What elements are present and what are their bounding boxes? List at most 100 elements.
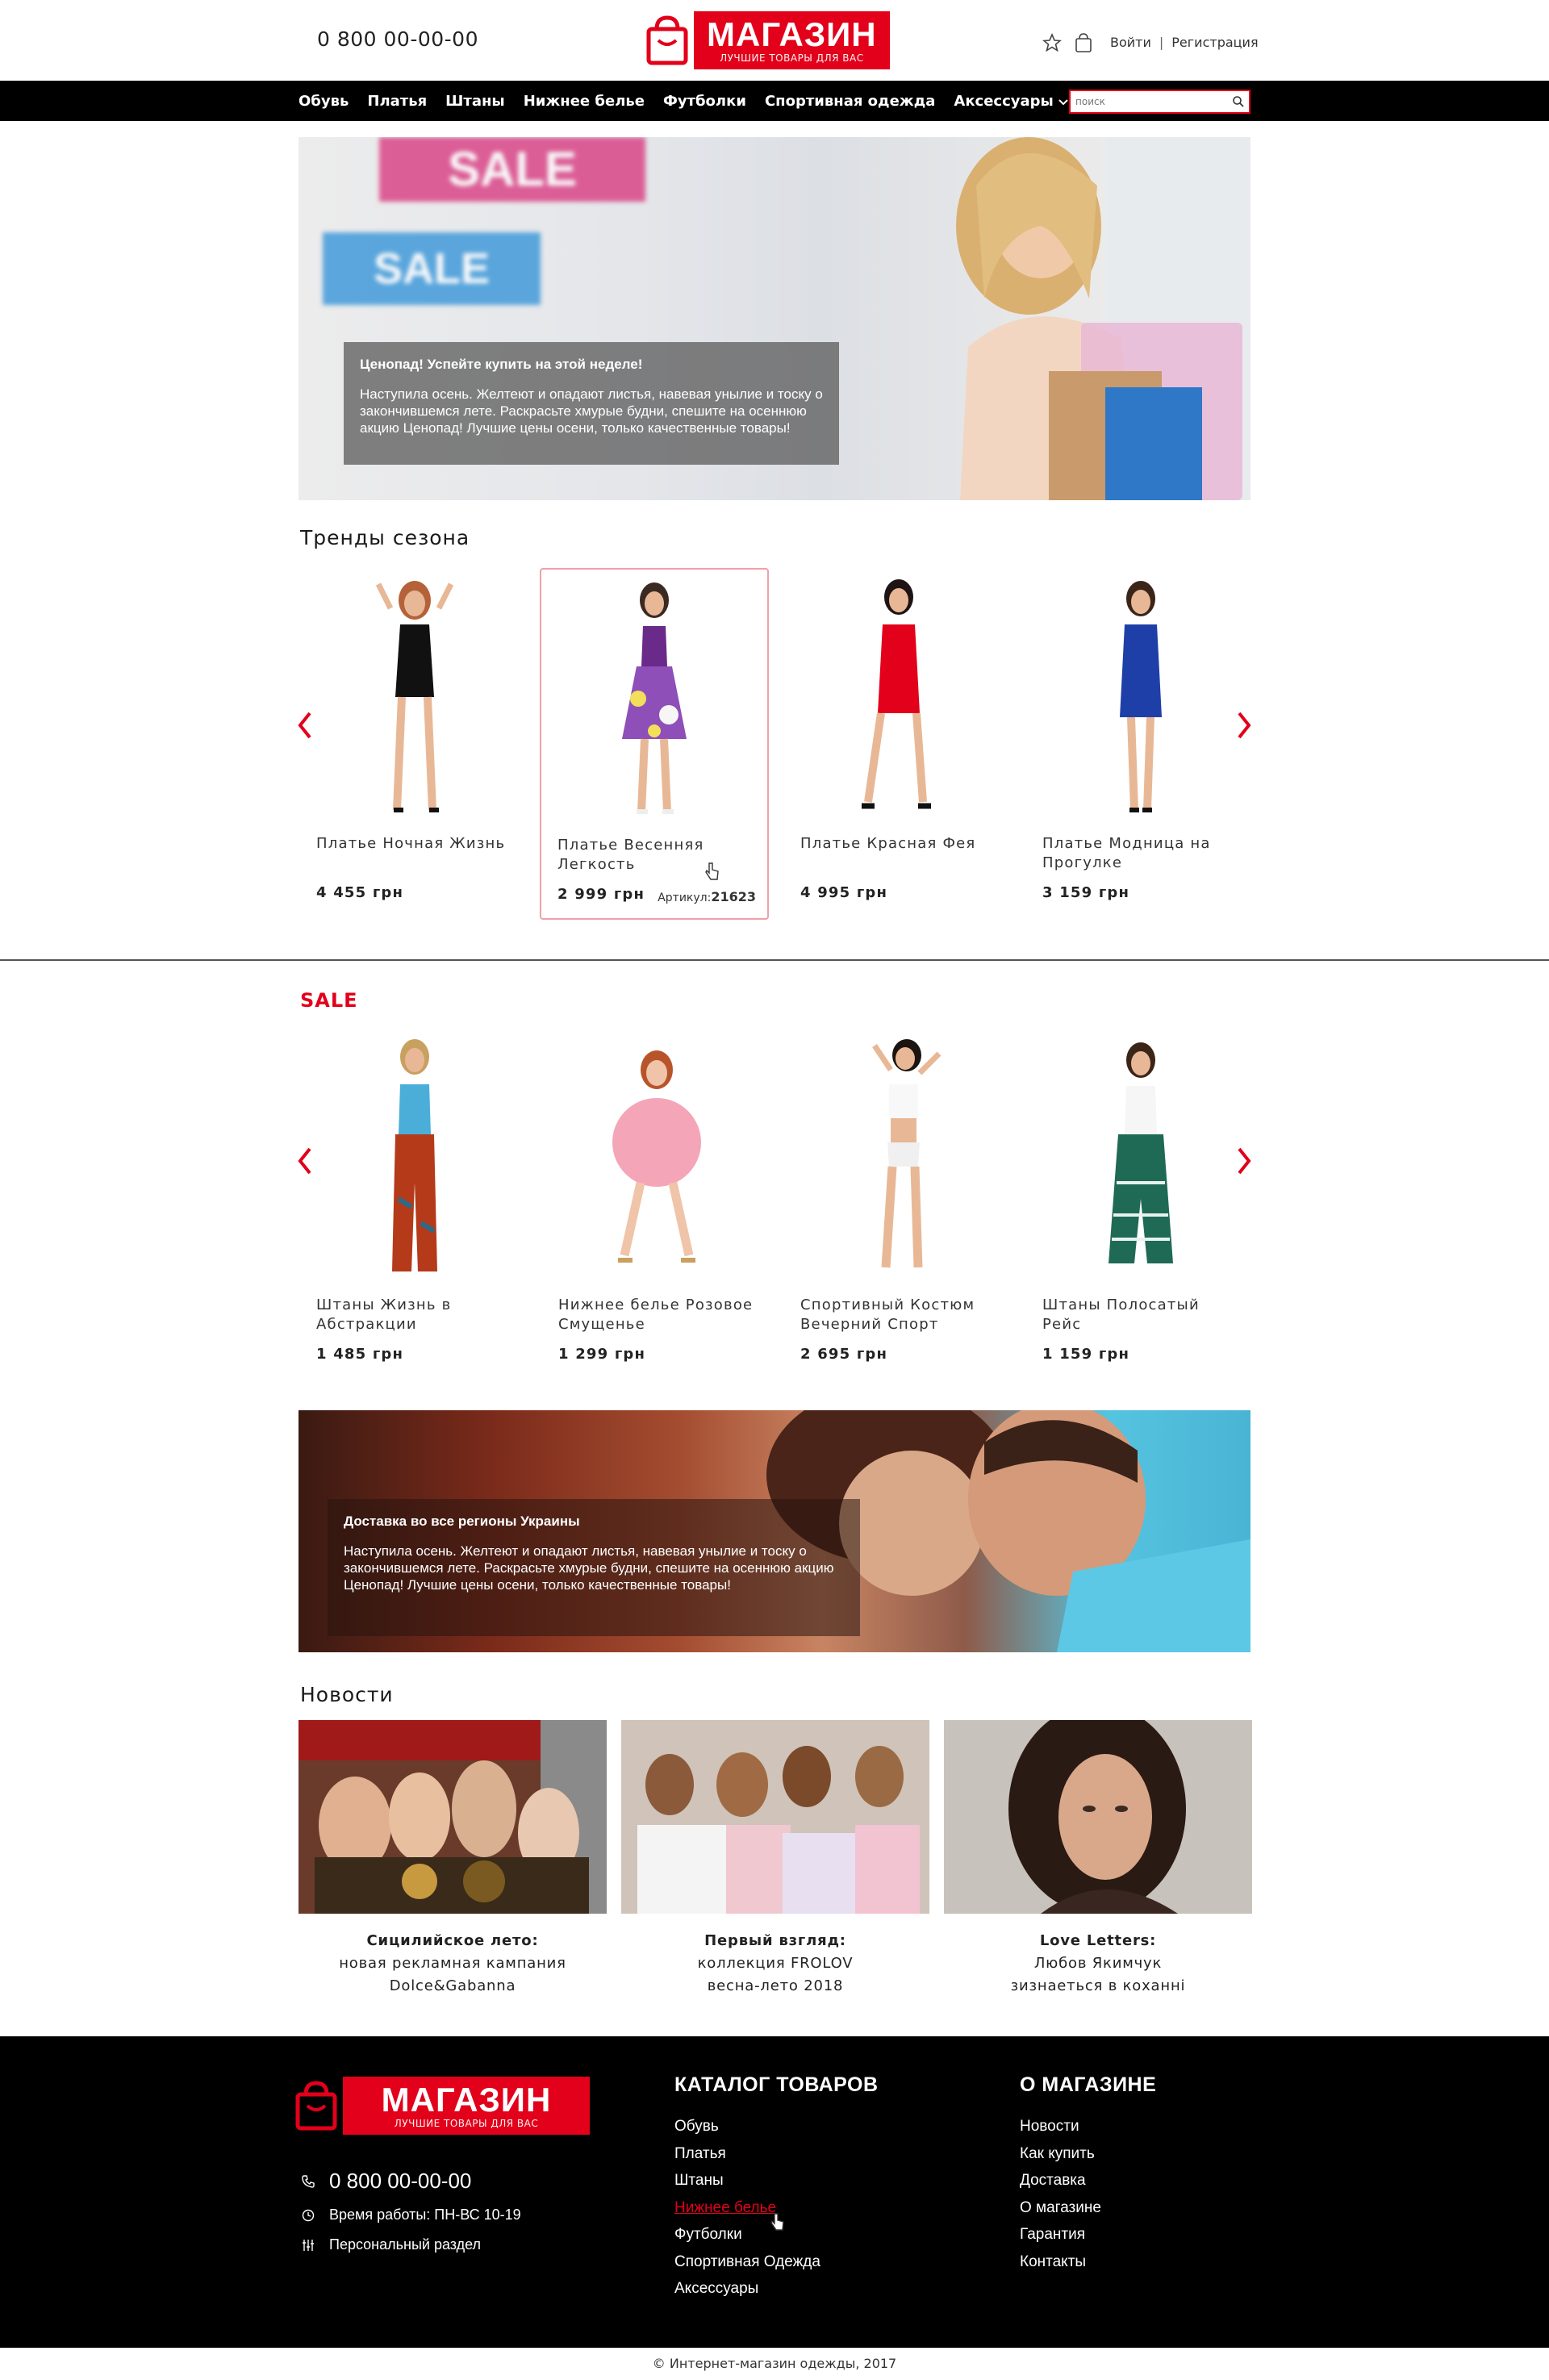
news-image bbox=[299, 1720, 607, 1914]
product-image bbox=[862, 579, 931, 809]
footer-catalog-item[interactable]: Спортивная Одежда bbox=[674, 2248, 879, 2276]
product-name: Штаны Жизнь в Абстракции bbox=[316, 1296, 452, 1333]
nav-item-tshirts[interactable]: Футболки bbox=[663, 93, 746, 110]
cart-icon[interactable] bbox=[1075, 32, 1092, 56]
news-list: Сицилийское лето: новая рекламная кампан… bbox=[299, 1720, 1252, 2002]
news-line: Dolce&Gabanna bbox=[389, 1977, 516, 1994]
product-price: 1 485 грн bbox=[316, 1346, 404, 1363]
promo-banner[interactable]: SALE SALE Ценопад! Успейте купить на это… bbox=[299, 137, 1250, 500]
news-caption: Сицилийское лето: новая рекламная кампан… bbox=[299, 1930, 607, 1998]
shopping-bag-icon bbox=[294, 2080, 338, 2132]
footer-catalog-item[interactable]: Аксессуары bbox=[674, 2275, 879, 2303]
product-card-hovered[interactable]: Платье Весенняя Легкость 2 999 грн Артик… bbox=[540, 568, 769, 920]
article-number: 21623 bbox=[711, 889, 756, 904]
news-card[interactable]: Сицилийское лето: новая рекламная кампан… bbox=[299, 1720, 607, 1998]
product-price: 1 299 грн bbox=[558, 1346, 646, 1363]
product-image bbox=[375, 581, 454, 812]
nav-item-sportswear[interactable]: Спортивная одежда bbox=[765, 93, 935, 110]
delivery-banner[interactable]: Доставка во все регионы Украины Наступил… bbox=[299, 1410, 1250, 1652]
product-price: 4 995 грн bbox=[800, 884, 888, 901]
product-image bbox=[872, 1039, 942, 1268]
product-price: 1 159 грн bbox=[1042, 1346, 1130, 1363]
search-box bbox=[1069, 90, 1250, 114]
nav-item-accessories[interactable]: Аксессуары bbox=[954, 92, 1068, 110]
footer-about-item[interactable]: О магазине bbox=[1020, 2194, 1156, 2222]
product-name: Спортивный Костюм Вечерний Спорт bbox=[800, 1296, 975, 1333]
product-card[interactable]: Платье Модница на Прогулке 3 159 грн bbox=[1026, 568, 1255, 920]
product-card[interactable]: Штаны Жизнь в Абстракции 1 485 грн bbox=[300, 1029, 529, 1381]
sale-product-list: Штаны Жизнь в Абстракции 1 485 грн Нижне… bbox=[300, 1029, 1252, 1384]
search-input[interactable] bbox=[1071, 91, 1228, 112]
product-name: Платье Модница на Прогулке bbox=[1042, 835, 1211, 871]
auth-links: Войти | Регистрация bbox=[1110, 35, 1259, 50]
footer-hours-row: Время работы: ПН-ВС 10-19 bbox=[300, 2207, 521, 2223]
product-image bbox=[1120, 581, 1162, 812]
phone-icon bbox=[300, 2174, 316, 2188]
news-line: зизнаеться в коханні bbox=[1010, 1977, 1186, 1994]
trends-product-list: Платье Ночная Жизнь 4 455 грн Платье Вес… bbox=[300, 568, 1252, 923]
product-card[interactable]: Спортивный Костюм Вечерний Спорт 2 695 г… bbox=[784, 1029, 1013, 1381]
banner-model-image bbox=[956, 137, 1250, 500]
footer-about-item[interactable]: Доставка bbox=[1020, 2167, 1156, 2194]
footer-about-item[interactable]: Гарантия bbox=[1020, 2221, 1156, 2248]
logo[interactable]: МАГАЗИН ЛУЧШИЕ ТОВАРЫ ДЛЯ ВАС bbox=[645, 10, 890, 70]
nav-item-pants[interactable]: Штаны bbox=[445, 93, 505, 110]
auth-separator: | bbox=[1159, 35, 1164, 50]
nav-item-accessories-label: Аксессуары bbox=[954, 92, 1054, 110]
footer-logo[interactable]: МАГАЗИН ЛУЧШИЕ ТОВАРЫ ДЛЯ ВАС bbox=[294, 2077, 590, 2135]
logo-title: МАГАЗИН bbox=[707, 15, 877, 53]
cursor-hand-icon bbox=[770, 2212, 786, 2235]
product-price: 3 159 грн bbox=[1042, 884, 1130, 901]
footer-about-title: О МАГАЗИНЕ bbox=[1020, 2073, 1157, 2096]
banner-text: Наступила осень. Желтеют и опадают листь… bbox=[360, 386, 823, 436]
banner-text: Наступила осень. Желтеют и опадают листь… bbox=[344, 1543, 834, 1593]
product-card[interactable]: Штаны Полосатый Рейс 1 159 грн bbox=[1026, 1029, 1255, 1381]
footer-catalog: КАТАЛОГ ТОВАРОВ Обувь Платья Штаны Нижне… bbox=[674, 2073, 879, 2303]
sale-sign-blue-text: SALE bbox=[373, 244, 491, 293]
news-card[interactable]: Love Letters: Любов Якимчук зизнаеться в… bbox=[944, 1720, 1252, 1998]
logo-subtitle: ЛУЧШИЕ ТОВАРЫ ДЛЯ ВАС bbox=[720, 52, 864, 64]
product-image bbox=[622, 582, 687, 814]
footer-catalog-item[interactable]: Штаны bbox=[674, 2167, 879, 2194]
header-phone[interactable]: 0 800 00-00-00 bbox=[317, 27, 478, 51]
footer-personal-link[interactable]: Персональный раздел bbox=[329, 2236, 481, 2253]
nav-item-dresses[interactable]: Платья bbox=[367, 93, 427, 110]
product-article: Артикул:21623 bbox=[658, 889, 756, 904]
user-icon bbox=[300, 2239, 316, 2252]
news-line: Любов Якимчук bbox=[1033, 1955, 1163, 1972]
news-card[interactable]: Первый взгляд: коллекция FROLOV весна-ле… bbox=[621, 1720, 929, 1998]
register-link[interactable]: Регистрация bbox=[1171, 35, 1258, 50]
product-card[interactable]: Платье Ночная Жизнь 4 455 грн bbox=[300, 568, 529, 920]
footer-about-item[interactable]: Новости bbox=[1020, 2113, 1156, 2140]
footer-catalog-title: КАТАЛОГ ТОВАРОВ bbox=[674, 2073, 879, 2096]
search-icon[interactable] bbox=[1228, 91, 1249, 112]
product-price: 2 999 грн bbox=[557, 886, 645, 903]
login-link[interactable]: Войти bbox=[1110, 35, 1151, 50]
shopping-bag-icon bbox=[645, 15, 689, 66]
footer-catalog-item[interactable]: Платья bbox=[674, 2140, 879, 2168]
product-card[interactable]: Платье Красная Фея 4 995 грн bbox=[784, 568, 1013, 920]
news-caption: Love Letters: Любов Якимчук зизнаеться в… bbox=[944, 1930, 1252, 1998]
cursor-hand-icon bbox=[704, 862, 720, 884]
news-title: Новости bbox=[300, 1683, 394, 1706]
footer-about-item[interactable]: Как купить bbox=[1020, 2140, 1156, 2168]
footer-catalog-item[interactable]: Обувь bbox=[674, 2113, 879, 2140]
banner-text-box: Ценопад! Успейте купить на этой неделе! … bbox=[344, 342, 839, 465]
product-image bbox=[1109, 1042, 1173, 1263]
product-name: Платье Красная Фея bbox=[800, 835, 976, 852]
chevron-down-icon bbox=[1058, 97, 1068, 108]
footer-about-item[interactable]: Контакты bbox=[1020, 2248, 1156, 2276]
product-name: Платье Ночная Жизнь bbox=[316, 835, 506, 852]
nav-item-shoes[interactable]: Обувь bbox=[299, 93, 349, 110]
article-label: Артикул: bbox=[658, 891, 712, 904]
sale-sign-pink: SALE bbox=[379, 137, 645, 202]
product-card[interactable]: Нижнее белье Розовое Смущенье 1 299 грн bbox=[542, 1029, 771, 1381]
star-icon[interactable] bbox=[1042, 32, 1063, 56]
footer-phone-row: 0 800 00-00-00 bbox=[300, 2169, 521, 2194]
footer-phone[interactable]: 0 800 00-00-00 bbox=[329, 2169, 471, 2194]
trends-title: Тренды сезона bbox=[300, 526, 470, 549]
nav-item-underwear[interactable]: Нижнее белье bbox=[524, 93, 645, 110]
product-image bbox=[612, 1050, 701, 1263]
header-icons bbox=[1042, 32, 1092, 56]
product-name: Штаны Полосатый Рейс bbox=[1042, 1296, 1200, 1333]
